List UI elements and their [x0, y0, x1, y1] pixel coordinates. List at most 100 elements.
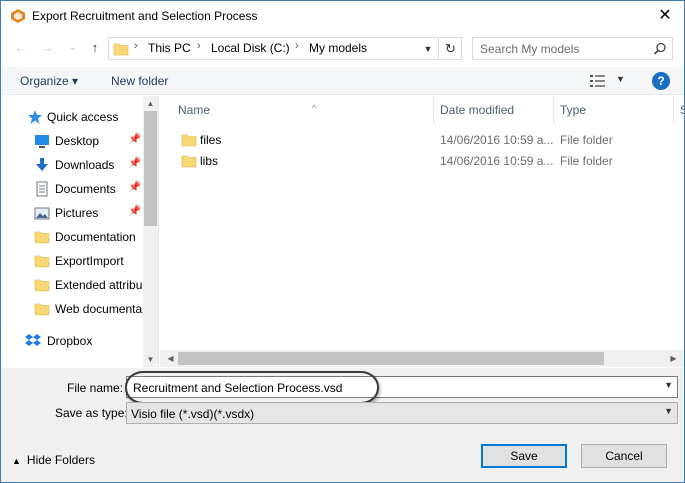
sidebar-item-web-documentation[interactable]: Web documenta	[1, 298, 143, 320]
window-title: Export Recruitment and Selection Process	[32, 9, 258, 23]
highlight-annotation	[125, 371, 379, 404]
column-size[interactable]: S	[674, 96, 684, 124]
search-input[interactable]: Search My models	[472, 37, 673, 60]
hide-folders-label: Hide Folders	[26, 453, 95, 467]
sort-ascending-icon: ^	[312, 103, 317, 113]
pictures-icon	[34, 207, 50, 220]
scroll-down-icon[interactable]: ▼	[143, 352, 158, 367]
navigation-pane: Quick access Desktop 📌 Downloads 📌 Docum…	[1, 96, 159, 367]
sidebar-item-label: Quick access	[47, 110, 119, 124]
list-item[interactable]: files 14/06/2016 10:59 a... File folder	[160, 129, 680, 150]
column-name[interactable]: Name ^	[172, 96, 434, 124]
folder-icon	[34, 303, 50, 316]
export-dialog: Export Recruitment and Selection Process…	[0, 0, 685, 483]
help-icon[interactable]: ?	[652, 72, 670, 90]
file-list: Name ^ Date modified Type S files 14/06/…	[160, 96, 684, 367]
command-bar: Organize ▾ New folder ▼ ?	[1, 67, 684, 95]
sidebar-item-exportimport[interactable]: ExportImport	[1, 250, 143, 272]
pin-icon: 📌	[128, 158, 141, 169]
folder-icon	[113, 43, 129, 56]
close-icon[interactable]: ✕	[652, 3, 678, 29]
download-icon	[36, 158, 48, 171]
file-name: libs	[200, 154, 219, 168]
dropbox-icon	[25, 334, 41, 346]
sidebar-item-label: Downloads	[55, 158, 115, 172]
column-label: Type	[560, 103, 587, 117]
chevron-right-icon: ›	[197, 40, 201, 52]
column-date-modified[interactable]: Date modified	[434, 96, 554, 124]
file-date: 14/06/2016 10:59 a...	[440, 154, 554, 168]
breadcrumb-local-disk[interactable]: Local Disk (C:)	[211, 41, 290, 55]
file-name-label: File name:	[67, 381, 124, 395]
sidebar-item-quick-access[interactable]: Quick access	[1, 106, 143, 128]
save-button[interactable]: Save	[481, 444, 567, 468]
sidebar-item-label: ExportImport	[55, 254, 124, 268]
chevron-up-icon: ▲	[12, 456, 21, 466]
search-icon[interactable]	[653, 42, 667, 56]
sidebar-item-downloads[interactable]: Downloads 📌	[1, 154, 143, 176]
cancel-button[interactable]: Cancel	[581, 444, 667, 468]
sidebar-item-desktop[interactable]: Desktop 📌	[1, 130, 143, 152]
chevron-down-icon[interactable]: ▼	[664, 406, 673, 416]
sidebar-item-dropbox[interactable]: Dropbox	[1, 330, 143, 352]
scroll-left-icon[interactable]: ◀	[163, 351, 178, 366]
address-bar[interactable]: › This PC › Local Disk (C:) › My models …	[108, 37, 439, 60]
chevron-right-icon: ›	[295, 40, 299, 52]
forward-icon[interactable]: →	[38, 39, 56, 57]
column-label: Name	[178, 103, 211, 117]
back-icon[interactable]: ←	[12, 39, 30, 57]
file-type: File folder	[560, 154, 613, 168]
sidebar-item-label: Desktop	[55, 134, 100, 148]
scrollbar-thumb[interactable]	[178, 352, 604, 365]
details-view-icon	[590, 75, 605, 87]
new-folder-button[interactable]: New folder	[111, 74, 168, 88]
recent-locations-icon[interactable]: ⌄	[64, 39, 82, 57]
file-type: File folder	[560, 133, 613, 147]
sidebar-item-pictures[interactable]: Pictures 📌	[1, 202, 143, 224]
folder-icon	[181, 134, 197, 147]
chevron-right-icon: ›	[134, 40, 138, 52]
save-form: File name: Recruitment and Selection Pro…	[1, 368, 684, 482]
organize-button[interactable]: Organize ▾	[20, 74, 78, 88]
change-view-button[interactable]: ▼	[589, 73, 629, 89]
scroll-up-icon[interactable]: ▲	[143, 96, 158, 111]
documents-icon	[36, 181, 48, 197]
up-icon[interactable]: ↑	[86, 39, 104, 57]
folder-icon	[34, 231, 50, 244]
pin-icon: 📌	[128, 182, 141, 193]
sidebar-item-documentation[interactable]: Documentation	[1, 226, 143, 248]
sidebar-item-label: Extended attribu	[55, 278, 143, 292]
pin-icon: 📌	[128, 206, 141, 217]
sidebar-item-label: Dropbox	[47, 334, 93, 348]
folder-icon	[34, 255, 50, 268]
folder-icon	[34, 279, 50, 292]
save-type-select[interactable]: Visio file (*.vsd)(*.vsdx) ▼	[126, 402, 678, 424]
search-placeholder: Search My models	[480, 42, 580, 56]
breadcrumb-this-pc[interactable]: This PC	[148, 41, 191, 55]
file-name: files	[200, 133, 222, 147]
sidebar-item-label: Documents	[55, 182, 116, 196]
refresh-icon[interactable]: ↻	[440, 37, 462, 60]
sidebar-item-label: Pictures	[55, 206, 99, 220]
file-list-scrollbar[interactable]: ◀ ▶	[160, 350, 684, 367]
folder-icon	[181, 155, 197, 168]
hide-folders-button[interactable]: ▲ Hide Folders	[12, 453, 95, 467]
scrollbar-thumb[interactable]	[144, 111, 157, 226]
sidebar-scrollbar[interactable]: ▲ ▼	[143, 96, 158, 367]
sidebar-item-documents[interactable]: Documents 📌	[1, 178, 143, 200]
column-label: Date modified	[440, 103, 515, 117]
breadcrumb-my-models[interactable]: My models	[309, 41, 367, 55]
list-item[interactable]: libs 14/06/2016 10:59 a... File folder	[160, 150, 680, 171]
title-bar: Export Recruitment and Selection Process…	[1, 1, 684, 31]
column-type[interactable]: Type	[554, 96, 674, 124]
sidebar-item-label: Web documenta	[55, 302, 143, 316]
sidebar-item-label: Documentation	[55, 230, 136, 244]
chevron-down-icon: ▼	[616, 74, 625, 84]
chevron-down-icon[interactable]: ▼	[664, 380, 673, 390]
star-icon	[28, 110, 42, 124]
save-type-value: Visio file (*.vsd)(*.vsdx)	[131, 407, 255, 421]
scroll-right-icon[interactable]: ▶	[666, 351, 681, 366]
pin-icon: 📌	[128, 134, 141, 145]
sidebar-item-extended-attributes[interactable]: Extended attribu	[1, 274, 143, 296]
chevron-down-icon[interactable]: ▼	[421, 40, 435, 58]
